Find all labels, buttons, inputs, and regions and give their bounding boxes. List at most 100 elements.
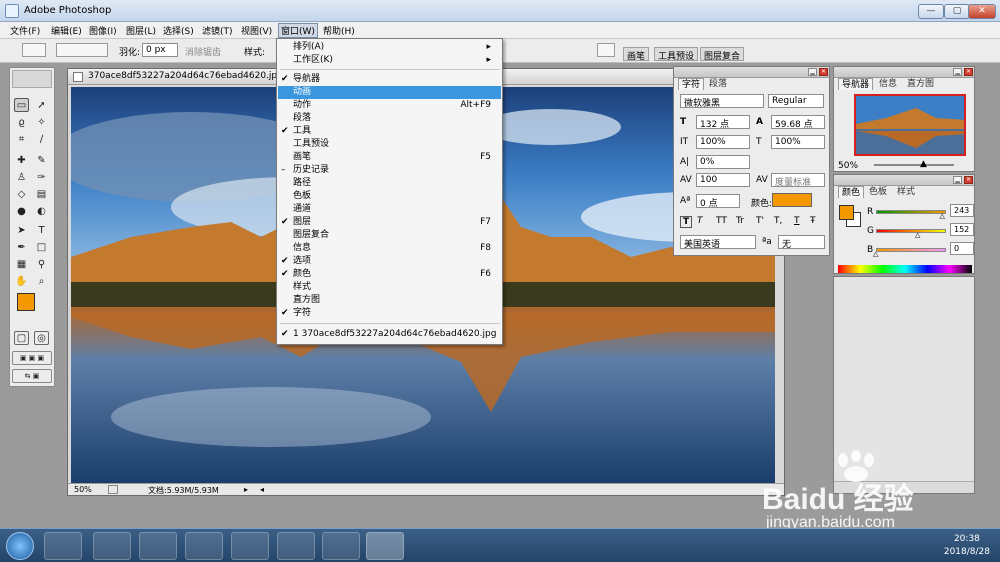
zoom-level[interactable]: 50% — [74, 485, 92, 494]
selection-mode-buttons[interactable] — [56, 43, 108, 57]
tab-character[interactable]: 字符 — [678, 78, 705, 90]
taskbar-flag-app-icon[interactable] — [277, 532, 315, 560]
well-tab-tool-presets[interactable]: 工具预设 — [654, 47, 699, 62]
navigator-zoom-slider[interactable] — [874, 164, 954, 166]
scroll-left-icon[interactable]: ◂ — [260, 485, 264, 494]
panel-minimize-button[interactable]: ▁ — [808, 68, 817, 76]
strikethrough-button[interactable]: Ŧ — [810, 216, 816, 226]
blue-channel-value[interactable]: 0 — [950, 242, 974, 255]
navigator-zoom-value[interactable]: 50% — [838, 161, 858, 171]
green-channel-slider[interactable] — [876, 229, 946, 233]
font-style-select[interactable]: Regular — [768, 94, 824, 108]
menu-window[interactable]: 窗口(W) — [278, 23, 318, 38]
menu-layer[interactable]: 图层(L) — [126, 24, 156, 37]
vertical-scale-input[interactable]: 100% — [696, 135, 750, 149]
small-caps-button[interactable]: Tr — [736, 216, 744, 226]
panel-minimize-button[interactable]: ▁ — [953, 68, 962, 76]
taskbar-recorder-icon[interactable] — [322, 532, 360, 560]
well-tab-layer-comps[interactable]: 图层复合 — [700, 47, 745, 62]
tab-navigator[interactable]: 导航器 — [838, 78, 874, 90]
healing-brush-icon[interactable]: ✚ — [14, 153, 29, 167]
menu-item-histogram[interactable]: 直方图 — [278, 294, 501, 307]
system-tray-icons[interactable] — [845, 541, 905, 551]
menu-item-paths[interactable]: 路径 — [278, 177, 501, 190]
panel-close-button[interactable]: ✕ — [964, 68, 973, 76]
all-caps-button[interactable]: TT — [716, 216, 727, 226]
eyedropper-icon[interactable]: ⚲ — [34, 257, 49, 271]
menu-help[interactable]: 帮助(H) — [323, 24, 355, 37]
green-channel-value[interactable]: 152 — [950, 223, 974, 236]
hand-tool-icon[interactable]: ✋ — [14, 274, 29, 288]
menu-item-swatches[interactable]: 色板 — [278, 190, 501, 203]
menu-filter[interactable]: 滤镜(T) — [202, 24, 233, 37]
font-family-select[interactable]: 微软雅黑 — [680, 94, 764, 108]
text-color-swatch[interactable] — [772, 193, 812, 207]
taskbar-photoshop-icon[interactable] — [366, 532, 404, 560]
menu-item-paragraph[interactable]: 段落 — [278, 112, 501, 125]
faux-italic-button[interactable]: T — [697, 216, 703, 226]
pen-tool-icon[interactable]: ✒ — [14, 240, 29, 254]
menu-item-actions[interactable]: 动作 Alt+F9 — [278, 99, 501, 112]
tab-info[interactable]: 信息 — [876, 78, 900, 90]
navigator-preview[interactable] — [854, 94, 966, 156]
menu-item-styles[interactable]: 样式 — [278, 281, 501, 294]
panel-minimize-button[interactable]: ▁ — [953, 176, 962, 184]
red-slider-thumb[interactable]: △ — [940, 212, 945, 220]
menu-item-history[interactable]: – 历史记录 — [278, 164, 501, 177]
minimize-button[interactable]: — — [918, 4, 944, 19]
tab-styles[interactable]: 样式 — [894, 186, 918, 198]
menu-view[interactable]: 视图(V) — [241, 24, 272, 37]
foreground-color-swatch[interactable] — [17, 293, 35, 311]
tab-color[interactable]: 颜色 — [838, 186, 865, 198]
taskbar-clock[interactable]: 20:38 2018/8/28 — [944, 533, 990, 559]
menu-edit[interactable]: 编辑(E) — [51, 24, 82, 37]
menu-item-channels[interactable]: 通道 — [278, 203, 501, 216]
red-channel-value[interactable]: 243 — [950, 204, 974, 217]
tracking-small-input[interactable]: 0% — [696, 155, 750, 169]
menu-item-tools[interactable]: ✔ 工具 — [278, 125, 501, 138]
color-panel-foreground-swatch[interactable] — [839, 205, 854, 220]
maximize-button[interactable]: ▢ — [944, 4, 970, 19]
slice-tool-icon[interactable]: ∕ — [34, 132, 49, 146]
move-tool-icon[interactable]: ➚ — [34, 98, 49, 112]
taskbar-qq-icon[interactable] — [93, 532, 131, 560]
dodge-tool-icon[interactable]: ◐ — [34, 204, 49, 218]
antialias-select[interactable]: 无 — [778, 235, 825, 249]
menu-item-animation[interactable]: 动画 — [278, 86, 501, 99]
crop-tool-icon[interactable]: ⌗ — [14, 132, 29, 146]
navigator-slider-thumb[interactable]: ▲ — [920, 159, 927, 169]
font-size-input[interactable]: 132 点 — [696, 115, 750, 129]
tab-paragraph[interactable]: 段落 — [706, 78, 730, 90]
blur-tool-icon[interactable]: ● — [14, 204, 29, 218]
quick-mask-icon[interactable]: ◎ — [34, 331, 49, 345]
close-button[interactable]: ✕ — [968, 4, 996, 19]
menu-item-info[interactable]: 信息 F8 — [278, 242, 501, 255]
menu-image[interactable]: 图像(I) — [89, 24, 117, 37]
menu-item-options[interactable]: ✔ 选项 — [278, 255, 501, 268]
photoshop-feather-logo[interactable] — [12, 70, 52, 88]
menu-item-brushes[interactable]: 画笔 F5 — [278, 151, 501, 164]
menu-item-layers[interactable]: ✔ 图层 F7 — [278, 216, 501, 229]
green-slider-thumb[interactable]: △ — [915, 231, 920, 239]
taskbar-explorer-icon[interactable] — [231, 532, 269, 560]
marquee-tool-icon[interactable]: ▭ — [14, 98, 29, 112]
tracking-input[interactable]: 100 — [696, 173, 750, 187]
menu-item-workspace[interactable]: 工作区(K) ▸ — [278, 54, 501, 67]
screen-mode-icons[interactable]: ▣ ▣ ▣ — [12, 351, 52, 365]
menu-item-character[interactable]: ✔ 字符 — [278, 307, 501, 320]
menu-item-recent-document[interactable]: ✔ 1 370ace8df53227a204d64c76ebad4620.jpg — [278, 328, 501, 341]
menu-item-arrange[interactable]: 排列(A) ▸ — [278, 41, 501, 54]
underline-button[interactable]: T — [794, 216, 800, 226]
menu-item-color[interactable]: ✔ 颜色 F6 — [278, 268, 501, 281]
feather-input[interactable]: 0 px — [142, 43, 178, 57]
panel-close-button[interactable]: ✕ — [819, 68, 828, 76]
subscript-button[interactable]: T, — [774, 216, 782, 226]
language-select[interactable]: 美国英语 — [680, 235, 756, 249]
panel-close-button[interactable]: ✕ — [964, 176, 973, 184]
jump-to-imageready-icon[interactable]: ⇆ ▣ — [12, 369, 52, 383]
magic-wand-icon[interactable]: ✧ — [34, 115, 49, 129]
menu-file[interactable]: 文件(F) — [10, 24, 40, 37]
kerning-select[interactable]: 度量标准 — [771, 173, 825, 187]
clone-stamp-icon[interactable]: ♙ — [14, 170, 29, 184]
taskbar-firefox-icon[interactable] — [185, 532, 223, 560]
